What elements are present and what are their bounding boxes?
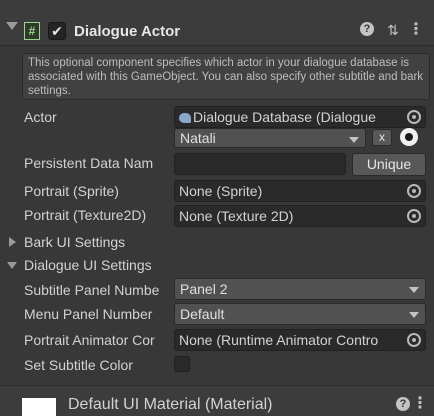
portrait-animator-label: Portrait Animator Cor — [24, 332, 155, 348]
menu-panel-number-label: Menu Panel Number — [24, 306, 153, 322]
kebab-menu-icon[interactable]: ⋮ — [412, 396, 428, 412]
portrait-texture-label: Portrait (Texture2D) — [24, 207, 147, 223]
menu-panel-number-value: Default — [180, 306, 225, 322]
dialogue-ui-settings-foldout[interactable]: Dialogue UI Settings — [24, 256, 152, 274]
chevron-down-icon — [349, 137, 359, 143]
actor-value: Natali — [180, 130, 216, 146]
object-picker-icon[interactable] — [407, 209, 421, 223]
portrait-texture-field[interactable]: None (Texture 2D) — [174, 205, 426, 227]
bark-ui-settings-foldout[interactable]: Bark UI Settings — [24, 233, 125, 251]
material-title: Default UI Material (Material) — [68, 396, 273, 413]
collapse-arrow-icon[interactable] — [6, 22, 18, 30]
set-subtitle-color-checkbox[interactable] — [174, 356, 190, 372]
object-picker-icon[interactable] — [407, 333, 421, 347]
object-picker-icon[interactable] — [407, 110, 421, 124]
dialogue-database-value: Dialogue Database (Dialogue — [193, 109, 376, 125]
set-subtitle-color-label: Set Subtitle Color — [24, 357, 133, 373]
clear-actor-button[interactable]: x — [372, 129, 392, 146]
component-title: Dialogue Actor — [74, 23, 181, 40]
dialogue-database-field[interactable]: Dialogue Database (Dialogue — [174, 106, 426, 128]
actor-picker-icon[interactable] — [400, 128, 418, 146]
help-icon[interactable]: ? — [360, 22, 374, 36]
material-thumbnail — [22, 398, 56, 416]
portrait-sprite-value: None (Sprite) — [179, 183, 263, 199]
menu-panel-number-popup[interactable]: Default — [174, 303, 426, 325]
foldout-collapsed-icon[interactable] — [9, 237, 16, 247]
help-box: This optional component specifies which … — [22, 53, 430, 100]
kebab-menu-icon[interactable]: ⋮ — [408, 22, 424, 38]
unique-button[interactable]: Unique — [352, 153, 426, 176]
portrait-animator-field[interactable]: None (Runtime Animator Contro — [174, 329, 426, 351]
preset-icon[interactable]: ⇅ — [385, 22, 401, 38]
actor-popup[interactable]: Natali — [174, 128, 366, 148]
subtitle-panel-number-value: Panel 2 — [180, 281, 228, 297]
help-icon[interactable]: ? — [396, 397, 410, 411]
foldout-expanded-icon[interactable] — [7, 262, 17, 269]
object-picker-icon[interactable] — [407, 184, 421, 198]
subtitle-panel-number-popup[interactable]: Panel 2 — [174, 278, 426, 300]
persistent-data-name-label: Persistent Data Nam — [24, 155, 154, 171]
database-icon — [179, 113, 191, 123]
portrait-sprite-field[interactable]: None (Sprite) — [174, 180, 426, 202]
chevron-down-icon — [409, 287, 419, 293]
persistent-data-name-input[interactable] — [174, 153, 346, 175]
portrait-sprite-label: Portrait (Sprite) — [24, 183, 119, 199]
enable-component-checkbox[interactable]: ✔ — [48, 22, 66, 40]
actor-label: Actor — [24, 109, 57, 125]
script-icon: # — [24, 22, 40, 40]
subtitle-panel-number-label: Subtitle Panel Numbe — [24, 282, 160, 298]
chevron-down-icon — [409, 312, 419, 318]
portrait-animator-value: None (Runtime Animator Contro — [179, 332, 379, 348]
portrait-texture-value: None (Texture 2D) — [179, 208, 294, 224]
